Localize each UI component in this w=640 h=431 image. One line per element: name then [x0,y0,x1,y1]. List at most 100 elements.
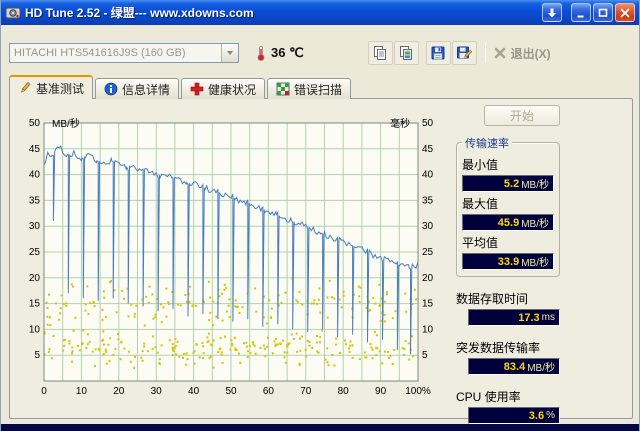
svg-text:5: 5 [422,350,428,361]
minimize-button[interactable] [571,3,591,22]
download-arrow-icon [548,8,556,17]
access-time-stat: 数据存取时间 17.3 ms [456,287,560,326]
max-value-box: 45.9 MB/秒 [462,214,554,231]
tab-label: 基准测试 [36,81,85,96]
drive-select[interactable]: HITACHI HTS541616J9S (160 GB) [9,43,239,63]
download-button[interactable] [542,3,562,22]
close-button[interactable] [615,3,635,22]
app-icon [5,7,21,18]
svg-text:20: 20 [422,273,434,284]
svg-text:10: 10 [76,386,88,397]
svg-text:40: 40 [422,170,434,181]
max-label: 最大值 [462,197,499,211]
cpu-usage-stat: CPU 使用率 3.6 % [456,385,560,424]
svg-text:15: 15 [29,299,41,310]
svg-text:15: 15 [422,299,434,310]
error-scan-icon [276,82,290,96]
svg-text:40: 40 [29,170,41,181]
svg-text:0: 0 [41,386,47,397]
svg-text:80: 80 [338,386,350,397]
floppy-pencil-icon [457,46,473,59]
access-time-label: 数据存取时间 [456,292,529,306]
save-image-button[interactable] [451,41,477,65]
max-value: 45.9 [497,216,520,229]
transfer-rate-group-title: 传输速率 [462,135,512,151]
start-button[interactable]: 开始 [484,105,560,126]
min-unit: MB/秒 [521,180,549,191]
svg-text:90: 90 [375,386,387,397]
exit-button[interactable]: 退出(X) [493,45,551,62]
access-time-value-box: 17.3 ms [468,309,560,326]
burst-rate-value: 83.4 [503,360,526,373]
min-label: 最小值 [462,158,499,172]
avg-label: 平均值 [462,236,499,250]
burst-rate-stat: 突发数据传输率 83.4 MB/秒 [456,336,560,375]
drive-select-dropdown-button[interactable] [221,44,238,62]
info-icon [104,82,118,96]
svg-text:50: 50 [29,118,41,129]
burst-rate-value-box: 83.4 MB/秒 [468,358,560,375]
cpu-usage-value: 3.6 [528,409,545,422]
svg-text:10: 10 [29,324,41,335]
tab-error-scan[interactable]: 错误扫描 [267,78,352,99]
avg-value: 33.9 [497,255,520,268]
svg-text:30: 30 [422,221,434,232]
svg-text:10: 10 [422,324,434,335]
tab-health[interactable]: 健康状况 [181,78,266,99]
svg-text:45: 45 [422,144,434,155]
cpu-usage-label: CPU 使用率 [456,390,521,404]
copy-icon [374,46,387,60]
cpu-usage-value-box: 3.6 % [468,407,560,424]
minimize-icon [577,15,584,17]
chevron-down-icon [227,51,233,55]
svg-text:70: 70 [300,386,312,397]
svg-text:20: 20 [113,386,125,397]
window-bottom-border [1,424,639,431]
tab-label: 健康状况 [208,82,257,97]
min-value: 5.2 [503,177,520,190]
tab-benchmark[interactable]: 基准测试 [9,75,94,100]
save-button[interactable] [425,41,451,65]
copy-image-button[interactable] [393,41,419,65]
hd-tune-window: HD Tune 2.52 - 绿盟--- www.xdowns.com HITA… [0,0,640,431]
svg-text:40: 40 [188,386,200,397]
svg-text:60: 60 [263,386,275,397]
avg-unit: MB/秒 [521,258,549,269]
exit-label: 退出(X) [510,46,551,61]
temperature-indicator: 36 ℃ [255,45,304,61]
svg-text:45: 45 [29,144,41,155]
tab-bar: 基准测试 信息详情 健康状况 错误扫描 [9,75,353,100]
titlebar: HD Tune 2.52 - 绿盟--- www.xdowns.com [1,0,639,25]
min-value-box: 5.2 MB/秒 [462,175,554,192]
svg-text:20: 20 [29,273,41,284]
tab-label: 错误扫描 [294,82,343,97]
close-icon [620,8,630,17]
window-title: HD Tune 2.52 - 绿盟--- www.xdowns.com [25,6,254,20]
svg-text:25: 25 [29,247,41,258]
svg-text:30: 30 [151,386,163,397]
avg-value-box: 33.9 MB/秒 [462,253,554,270]
maximize-icon [598,8,608,17]
exit-x-icon [494,47,505,59]
svg-text:5: 5 [34,350,40,361]
pencil-icon [21,81,31,93]
toolbar-separator [484,43,486,63]
access-time-unit: ms [541,312,555,323]
maximize-button[interactable] [593,3,613,22]
copy-text-button[interactable] [367,41,393,65]
svg-text:50: 50 [225,386,237,397]
max-unit: MB/秒 [521,219,549,230]
svg-text:25: 25 [422,247,434,258]
health-cross-icon [190,82,204,96]
svg-text:35: 35 [29,195,41,206]
svg-text:50: 50 [422,118,434,129]
toolbar-buttons: 退出(X) [367,41,551,65]
svg-text:30: 30 [29,221,41,232]
svg-text:毫秒: 毫秒 [390,117,410,130]
benchmark-chart: 5 5 10 10 15 15 20 20 25 25 30 30 35 35 40 40 45 45 50 50 0 1… [29,117,434,397]
tab-info[interactable]: 信息详情 [95,78,180,99]
chart-area: 5 5 10 10 15 15 20 20 25 25 30 30 35 35 40 40 45 45 50 50 0 1… [14,109,454,410]
drive-select-value: HITACHI HTS541616J9S (160 GB) [14,47,186,59]
svg-text:35: 35 [422,195,434,206]
toolbar: HITACHI HTS541616J9S (160 GB) 36 ℃ 退出(X) [1,25,639,71]
